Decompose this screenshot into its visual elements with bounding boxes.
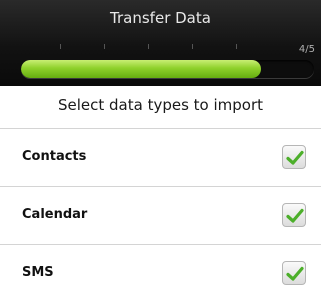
list-item-label: Contacts bbox=[22, 149, 87, 164]
step-ticks bbox=[0, 44, 321, 52]
sms-checkbox[interactable] bbox=[282, 261, 306, 285]
import-sheet: Select data types to import Contacts Cal… bbox=[0, 86, 321, 299]
list-item-contacts[interactable]: Contacts bbox=[0, 129, 321, 187]
checkmark-icon bbox=[286, 266, 304, 281]
contacts-checkbox[interactable] bbox=[282, 145, 306, 169]
checkmark-icon bbox=[286, 150, 304, 165]
progress-bar-fill bbox=[21, 60, 262, 78]
list-item-label: SMS bbox=[22, 265, 54, 280]
list-item-sms[interactable]: SMS bbox=[0, 245, 321, 303]
calendar-checkbox[interactable] bbox=[282, 203, 306, 227]
header-bar: Transfer Data 4/5 bbox=[0, 0, 321, 86]
step-counter: 4/5 bbox=[298, 44, 315, 55]
list-item-calendar[interactable]: Calendar bbox=[0, 187, 321, 245]
progress-bar bbox=[21, 60, 314, 78]
checkmark-icon bbox=[286, 208, 304, 223]
page-title: Transfer Data bbox=[110, 9, 211, 27]
list-item-label: Calendar bbox=[22, 207, 88, 222]
sheet-heading: Select data types to import bbox=[57, 96, 264, 114]
